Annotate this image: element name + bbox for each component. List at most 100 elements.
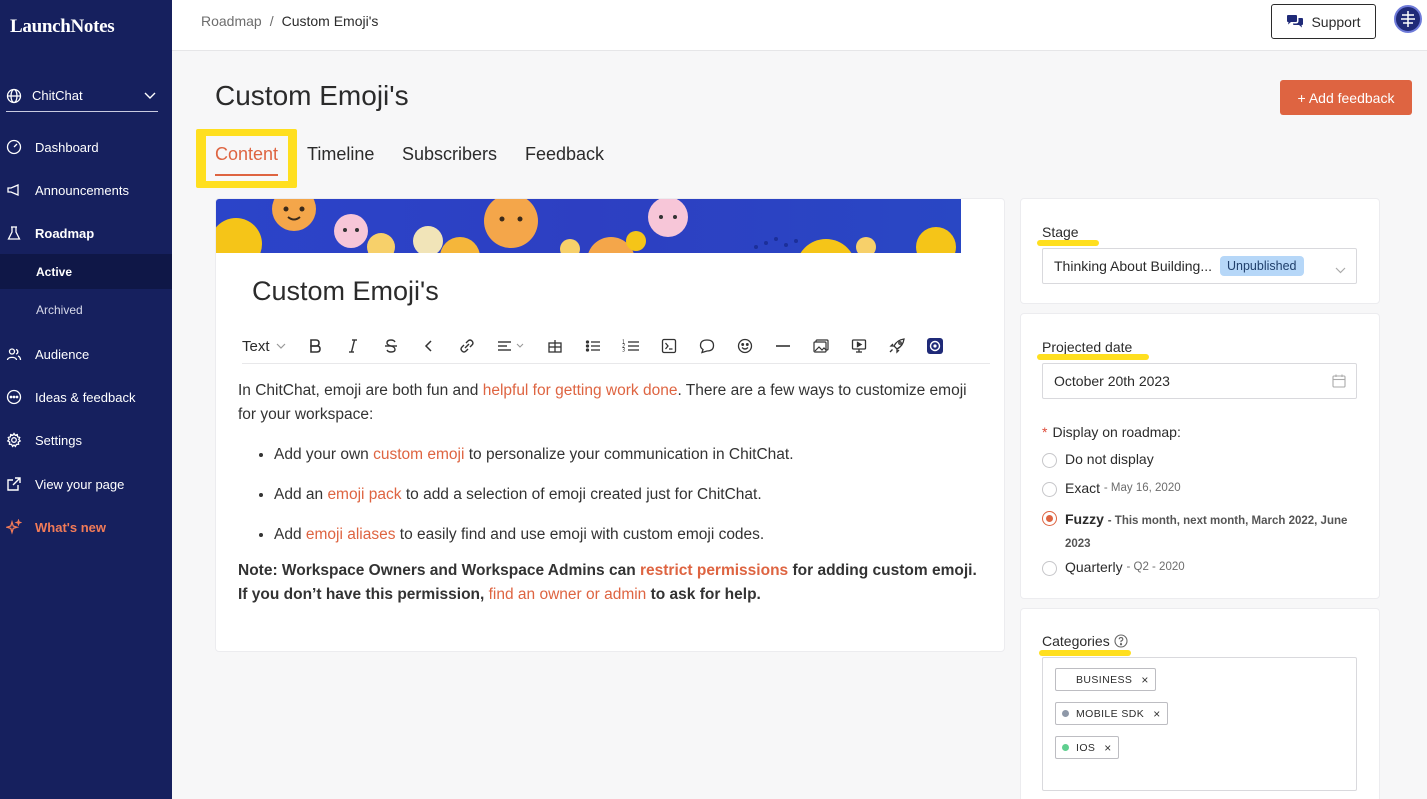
categories-input[interactable]: BUSINESS × MOBILE SDK × IOS × <box>1042 657 1357 791</box>
chip-label: BUSINESS <box>1076 673 1133 686</box>
display-on-roadmap-label: * Display on roadmap: <box>1042 424 1181 440</box>
support-button[interactable]: Support <box>1271 4 1376 39</box>
add-feedback-button[interactable]: + Add feedback <box>1280 80 1412 115</box>
chip-remove-icon[interactable]: × <box>1104 741 1111 755</box>
sidebar-item-view-page[interactable]: View your page <box>0 467 172 501</box>
radio-exact[interactable]: Exact - May 16, 2020 <box>1042 480 1181 497</box>
stage-label: Stage <box>1042 224 1079 240</box>
label-highlight <box>1037 240 1099 246</box>
rocket-icon[interactable] <box>878 331 916 361</box>
radio-label: Do not display <box>1065 451 1154 467</box>
emoji-aliases-link[interactable]: emoji aliases <box>306 526 396 543</box>
link-icon[interactable] <box>448 331 486 361</box>
numbered-list-icon[interactable]: 123 <box>612 331 650 361</box>
list-text: Add your own <box>274 446 374 463</box>
stage-panel: Stage Thinking About Building... Unpubli… <box>1020 198 1380 304</box>
radio-sublabel: - Q2 - 2020 <box>1126 561 1185 573</box>
code-icon[interactable] <box>410 331 448 361</box>
note-text: Note: Workspace Owners and Workspace Adm… <box>238 562 640 579</box>
sidebar-item-whats-new[interactable]: What's new <box>0 510 172 544</box>
sidebar-item-announcements[interactable]: Announcements <box>0 173 172 207</box>
chip-color-dot <box>1062 710 1069 717</box>
radio-circle[interactable] <box>1042 453 1057 468</box>
find-owner-link[interactable]: find an owner or admin <box>489 586 647 603</box>
header-banner-image[interactable] <box>216 199 961 253</box>
help-circle-icon[interactable] <box>1114 634 1128 648</box>
sidebar-item-archived[interactable]: Archived <box>0 292 172 327</box>
image-gallery-icon[interactable] <box>802 331 840 361</box>
list-text: to add a selection of emoji created just… <box>401 486 762 503</box>
sparkle-icon <box>6 519 22 535</box>
radio-label: Quarterly <box>1065 559 1123 575</box>
list-item: Add your own custom emoji to personalize… <box>274 443 978 467</box>
sidebar-item-settings[interactable]: Settings <box>0 423 172 457</box>
projected-date-value: October 20th 2023 <box>1054 373 1170 389</box>
table-icon[interactable] <box>536 331 574 361</box>
emoji-icon[interactable] <box>726 331 764 361</box>
emoji-banner-illustration <box>216 199 956 253</box>
tab-subscribers[interactable]: Subscribers <box>402 144 497 165</box>
code-block-icon[interactable] <box>650 331 688 361</box>
tab-timeline[interactable]: Timeline <box>307 144 374 165</box>
sidebar-item-active[interactable]: Active <box>0 254 172 289</box>
launchnotes-app-icon[interactable] <box>916 331 954 361</box>
sidebar-item-ideas[interactable]: Ideas & feedback <box>0 380 172 414</box>
radio-circle[interactable] <box>1042 561 1057 576</box>
content-editor-card: Custom Emoji's Text 123 In ChitChat, emo… <box>215 198 1005 652</box>
required-marker: * <box>1042 424 1048 440</box>
workspace-name: ChitChat <box>32 88 83 103</box>
sidebar-item-roadmap[interactable]: Roadmap <box>0 216 172 250</box>
display-label-text: Display on roadmap: <box>1052 424 1181 440</box>
projected-date-input[interactable]: October 20th 2023 <box>1042 363 1357 399</box>
tab-content[interactable]: Content <box>215 144 278 165</box>
emoji-pack-link[interactable]: emoji pack <box>327 486 401 503</box>
app-logo[interactable]: LaunchNotes <box>10 16 115 38</box>
radio-fuzzy[interactable]: Fuzzy - This month, next month, March 20… <box>1042 509 1352 555</box>
stage-select[interactable]: Thinking About Building... Unpublished <box>1042 248 1357 284</box>
text-style-dropdown[interactable]: Text <box>242 338 286 355</box>
tab-active-underline <box>215 174 278 176</box>
workspace-selector[interactable]: ChitChat <box>6 80 158 112</box>
list-text: Add an <box>274 486 328 503</box>
sidebar-item-audience[interactable]: Audience <box>0 337 172 371</box>
note-paragraph: Note: Workspace Owners and Workspace Adm… <box>238 559 978 607</box>
radio-circle-selected[interactable] <box>1042 511 1057 526</box>
topbar: Roadmap / Custom Emoji's Support <box>172 0 1427 51</box>
chip-label: MOBILE SDK <box>1076 707 1145 720</box>
radio-circle[interactable] <box>1042 482 1057 497</box>
align-icon[interactable] <box>486 331 536 361</box>
helpful-link[interactable]: helpful for getting work done <box>483 382 678 399</box>
label-highlight <box>1039 650 1131 656</box>
chip-color-dot <box>1062 744 1069 751</box>
bold-icon[interactable] <box>296 331 334 361</box>
chip-remove-icon[interactable]: × <box>1141 673 1148 687</box>
sidebar-item-label: Announcements <box>35 182 129 198</box>
sidebar-item-dashboard[interactable]: Dashboard <box>0 130 172 164</box>
avatar[interactable] <box>1394 5 1422 33</box>
calendar-icon[interactable] <box>1332 374 1346 391</box>
custom-emoji-link[interactable]: custom emoji <box>373 446 464 463</box>
tab-feedback[interactable]: Feedback <box>525 144 604 165</box>
editor-body[interactable]: In ChitChat, emoji are both fun and help… <box>238 379 978 607</box>
bullet-list: Add your own custom emoji to personalize… <box>274 443 978 547</box>
categories-label-text: Categories <box>1042 633 1110 649</box>
strikethrough-icon[interactable] <box>372 331 410 361</box>
radio-do-not-display[interactable]: Do not display <box>1042 451 1154 468</box>
bullet-list-icon[interactable] <box>574 331 612 361</box>
radio-quarterly[interactable]: Quarterly - Q2 - 2020 <box>1042 559 1185 576</box>
intro-text: In ChitChat, emoji are both fun and <box>238 382 483 399</box>
quote-icon[interactable] <box>688 331 726 361</box>
horizontal-rule-icon[interactable] <box>764 331 802 361</box>
editor-title[interactable]: Custom Emoji's <box>252 276 439 307</box>
megaphone-icon <box>6 182 22 198</box>
restrict-permissions-link[interactable]: restrict permissions <box>640 562 788 579</box>
breadcrumb-roadmap[interactable]: Roadmap <box>201 13 262 29</box>
italic-icon[interactable] <box>334 331 372 361</box>
chevron-down-icon <box>276 343 286 349</box>
breadcrumb-separator: / <box>269 13 274 29</box>
categories-label: Categories <box>1042 633 1128 649</box>
embed-video-icon[interactable] <box>840 331 878 361</box>
chip-remove-icon[interactable]: × <box>1153 707 1160 721</box>
sidebar-item-label: Ideas & feedback <box>35 389 136 405</box>
text-style-label: Text <box>242 337 270 355</box>
